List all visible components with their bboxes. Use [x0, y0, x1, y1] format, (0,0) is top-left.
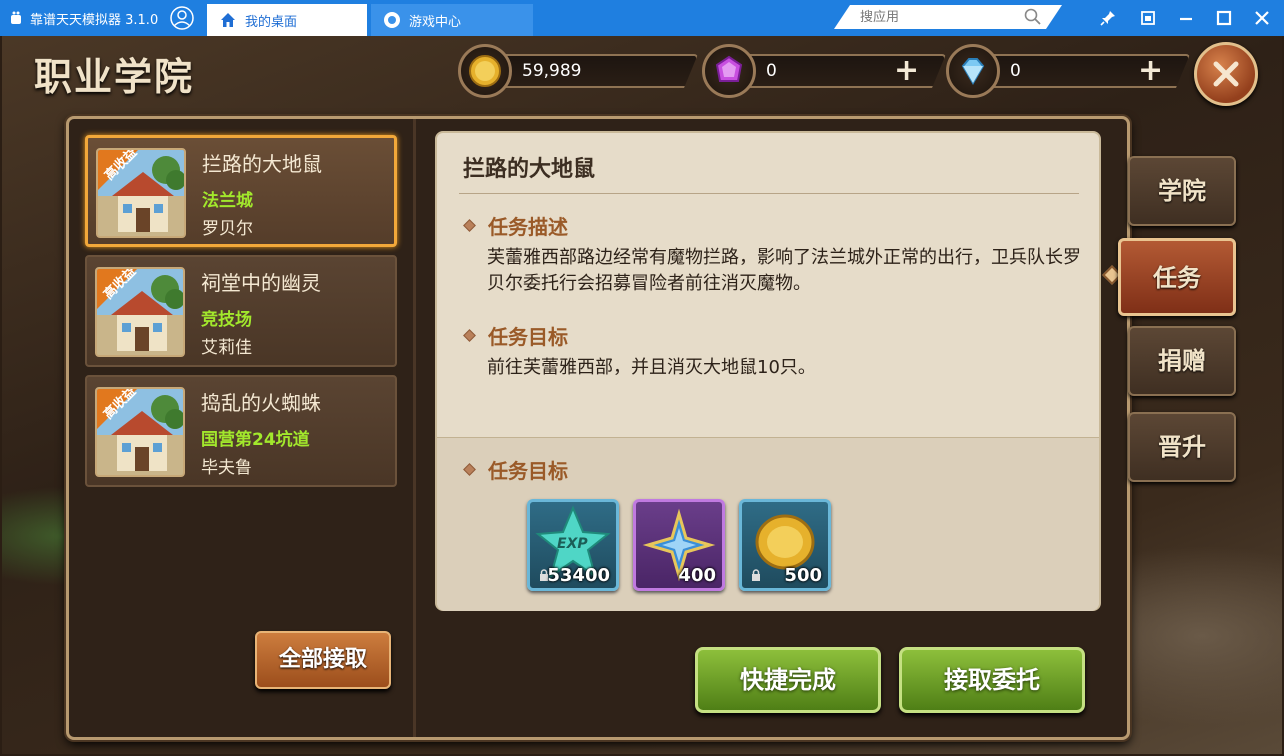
description-heading-text: 任务描述 — [488, 215, 568, 239]
minimize-icon[interactable] — [1176, 8, 1196, 28]
quest-npc: 毕夫鲁 — [201, 458, 252, 478]
add-diamond-button[interactable]: + — [1138, 56, 1163, 86]
lock-icon — [752, 569, 760, 581]
bullet-icon — [463, 463, 476, 476]
app-title: 靠谱天天模拟器 3.1.0 — [8, 0, 158, 36]
quest-item[interactable]: 高收益 祠堂中的幽灵 竞技场 艾莉佳 — [85, 255, 397, 367]
emulator-titlebar: 靠谱天天模拟器 3.1.0 我的桌面 游戏中心 — [0, 0, 1284, 36]
quest-house-thumbnail: 高收益 — [95, 267, 185, 357]
purple-crystal-icon — [702, 44, 756, 98]
side-tab-promote[interactable]: 晋升 — [1128, 412, 1236, 482]
user-avatar-icon[interactable] — [170, 6, 194, 30]
quest-location: 国营第24坑道 — [201, 430, 310, 450]
search-icon[interactable] — [1024, 8, 1042, 26]
title-divider — [459, 193, 1079, 194]
page-title: 职业学院 — [34, 55, 195, 99]
quest-name: 拦路的大地鼠 — [202, 152, 322, 176]
quest-location: 法兰城 — [202, 191, 253, 211]
quest-name: 祠堂中的幽灵 — [201, 271, 321, 295]
reward-item-gold[interactable]: 500 — [739, 499, 831, 591]
house-icon: 高收益 — [97, 269, 183, 351]
close-x-icon — [1213, 61, 1239, 87]
svg-text:EXP: EXP — [557, 536, 588, 552]
diamond-icon — [946, 44, 1000, 98]
description-text: 芙蕾雅西部路边经常有魔物拦路，影响了法兰城外正常的出行，卫兵队长罗贝尔委托行会招… — [487, 247, 1081, 294]
quest-house-thumbnail: 高收益 — [95, 387, 185, 477]
home-icon — [221, 13, 235, 27]
goal-heading-text: 任务目标 — [488, 325, 568, 349]
quest-detail-title: 拦路的大地鼠 — [463, 157, 596, 182]
panel-divider — [413, 119, 416, 737]
game-viewport: 职业学院 59,989 0 + 0 + 高收益 拦路的大地鼠 法兰城 罗贝尔 高… — [2, 36, 1282, 754]
quest-item[interactable]: 高收益 拦路的大地鼠 法兰城 罗贝尔 — [85, 135, 397, 247]
quick-complete-button[interactable]: 快捷完成 — [695, 647, 881, 713]
academy-panel: 高收益 拦路的大地鼠 法兰城 罗贝尔 高收益 祠堂中的幽灵 竞技场 艾莉佳 高收… — [66, 116, 1130, 740]
quest-item[interactable]: 高收益 捣乱的火蜘蛛 国营第24坑道 毕夫鲁 — [85, 375, 397, 487]
reward-heading: 任务目标 — [463, 455, 568, 484]
goal-heading: 任务目标 — [463, 321, 568, 350]
search-box[interactable] — [834, 5, 1062, 29]
restore-icon[interactable] — [1138, 8, 1158, 28]
add-crystal-button[interactable]: + — [894, 56, 919, 86]
accept-quest-button[interactable]: 接取委托 — [899, 647, 1085, 713]
side-tab-tasks[interactable]: 任务 — [1118, 238, 1236, 316]
bullet-icon — [463, 219, 476, 232]
diamond-value: 0 — [1010, 61, 1021, 81]
tab-game-center[interactable]: 游戏中心 — [371, 4, 533, 36]
house-icon: 高收益 — [97, 389, 183, 471]
gold-value: 59,989 — [522, 61, 582, 81]
crystal-value: 0 — [766, 61, 777, 81]
tab-my-desktop[interactable]: 我的桌面 — [207, 4, 367, 36]
reward-count: 400 — [678, 565, 716, 586]
accept-all-button[interactable]: 全部接取 — [255, 631, 391, 689]
bullet-icon — [463, 329, 476, 342]
quest-location: 竞技场 — [201, 310, 252, 330]
reward-count: 53400 — [547, 565, 610, 586]
goal-text: 前往芙蕾雅西部，并且消灭大地鼠10只。 — [487, 357, 816, 378]
house-icon: 高收益 — [98, 150, 184, 232]
gold-resource: 59,989 — [458, 44, 700, 98]
tab-label: 我的桌面 — [245, 14, 298, 30]
search-input[interactable] — [860, 7, 1020, 27]
reward-heading-text: 任务目标 — [488, 459, 568, 483]
gold-coin-icon — [458, 44, 512, 98]
crystal-resource: 0 + — [702, 44, 946, 98]
maximize-icon[interactable] — [1214, 8, 1234, 28]
tab-label: 游戏中心 — [409, 14, 462, 30]
diamond-resource: 0 + — [946, 44, 1190, 98]
reward-item-exp[interactable]: EXP 53400 — [527, 499, 619, 591]
side-tab-academy[interactable]: 学院 — [1128, 156, 1236, 226]
description-heading: 任务描述 — [463, 211, 568, 240]
reward-count: 500 — [784, 565, 822, 586]
gamepad-icon — [384, 12, 400, 28]
pin-icon[interactable] — [1098, 8, 1118, 28]
gold-bar — [480, 54, 698, 88]
quest-house-thumbnail: 高收益 — [96, 148, 186, 238]
quest-name: 捣乱的火蜘蛛 — [201, 391, 321, 415]
app-title-text: 靠谱天天模拟器 3.1.0 — [30, 12, 159, 28]
reward-item-cross[interactable]: 400 — [633, 499, 725, 591]
close-panel-button[interactable] — [1194, 42, 1258, 106]
android-icon — [11, 11, 21, 24]
quest-npc: 艾莉佳 — [201, 338, 252, 358]
quest-npc: 罗贝尔 — [202, 219, 253, 239]
close-icon[interactable] — [1252, 8, 1272, 28]
side-tab-donate[interactable]: 捐赠 — [1128, 326, 1236, 396]
